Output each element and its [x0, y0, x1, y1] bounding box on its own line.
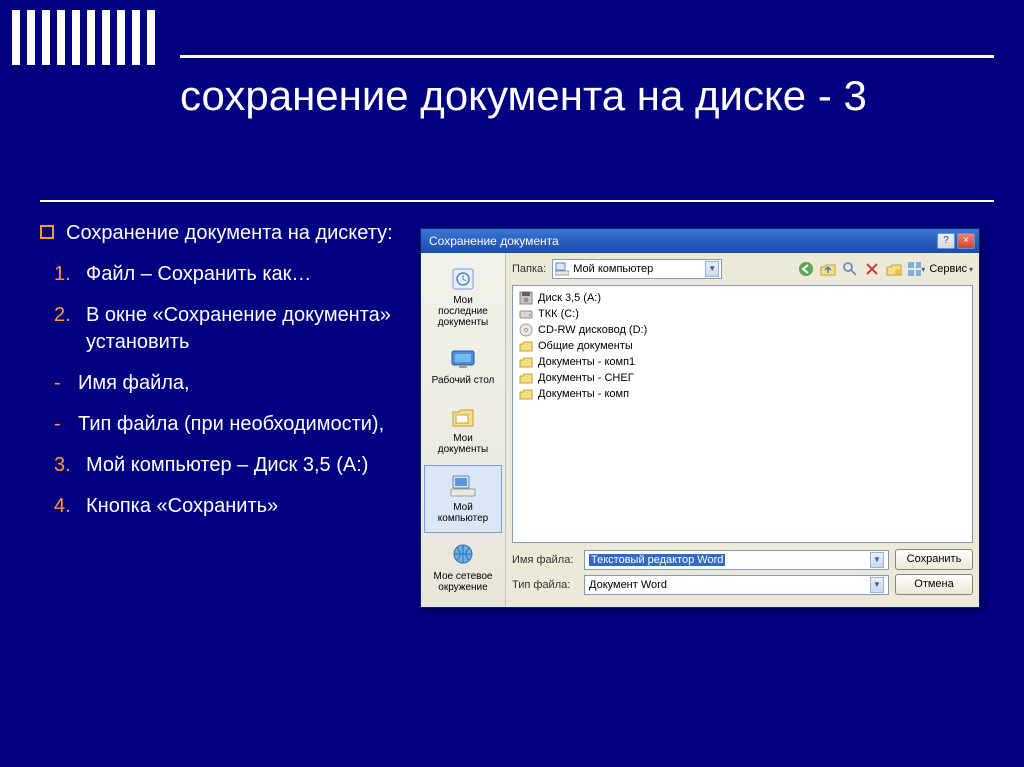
folder-dropdown[interactable]: Мой компьютер ▼	[552, 259, 722, 279]
list-number: 3.	[54, 452, 80, 479]
place-mycomputer[interactable]: Мой компьютер	[424, 465, 502, 533]
cd-icon	[519, 323, 533, 337]
list-item[interactable]: Документы - комп	[519, 386, 966, 402]
save-button[interactable]: Сохранить	[895, 549, 973, 570]
bullet-text: Сохранение документа на дискету:	[66, 220, 393, 247]
bullet-icon	[40, 225, 54, 239]
list-item-text: Кнопка «Сохранить»	[86, 493, 278, 520]
list-item[interactable]: Диск 3,5 (A:)	[519, 290, 966, 306]
slide-title-block: сохранение документа на диске - 3	[180, 55, 994, 123]
place-desktop[interactable]: Рабочий стол	[424, 338, 502, 395]
folder-icon	[519, 387, 533, 401]
place-label: Мое сетевое окружение	[427, 571, 499, 593]
new-folder-button[interactable]	[885, 260, 903, 278]
back-button[interactable]	[797, 260, 815, 278]
folder-value: Мой компьютер	[573, 263, 653, 275]
dash-icon: -	[54, 370, 72, 397]
place-recent[interactable]: Мои последние документы	[424, 258, 502, 337]
divider	[40, 200, 994, 202]
dropdown-arrow-icon: ▼	[870, 577, 884, 593]
filetype-value: Документ Word	[589, 579, 667, 591]
list-item-text: В окне «Сохранение документа» установить	[86, 302, 410, 356]
cancel-button[interactable]: Отмена	[895, 574, 973, 595]
place-network[interactable]: Мое сетевое окружение	[424, 534, 502, 602]
filename-value: Текстовый редактор Word	[589, 554, 725, 566]
dialog-title: Сохранение документа	[429, 234, 935, 248]
list-item-text: Тип файла (при необходимости),	[78, 411, 384, 438]
folder-label: Папка:	[512, 263, 546, 275]
list-item-text: Мой компьютер – Диск 3,5 (А:)	[86, 452, 368, 479]
computer-icon	[447, 472, 479, 500]
dash-icon: -	[54, 411, 72, 438]
dropdown-arrow-icon: ▼	[705, 261, 719, 277]
recent-docs-icon	[447, 265, 479, 293]
list-item-text: Имя файла,	[78, 370, 190, 397]
list-number: 2.	[54, 302, 80, 356]
places-bar: Мои последние документы Рабочий стол Мои…	[421, 253, 506, 607]
slide-text: Сохранение документа на дискету: 1.Файл …	[40, 200, 410, 747]
views-button[interactable]: ▾	[907, 260, 925, 278]
place-label: Мой компьютер	[427, 502, 499, 524]
delete-button[interactable]	[863, 260, 881, 278]
place-label: Рабочий стол	[427, 375, 499, 386]
list-number: 4.	[54, 493, 80, 520]
file-list[interactable]: Диск 3,5 (A:) ТКК (C:) CD-RW дисковод (D…	[512, 285, 973, 543]
list-item[interactable]: CD-RW дисковод (D:)	[519, 322, 966, 338]
close-button[interactable]: ×	[957, 233, 975, 249]
list-number: 1.	[54, 261, 80, 288]
search-button[interactable]	[841, 260, 859, 278]
up-button[interactable]	[819, 260, 837, 278]
filename-label: Имя файла:	[512, 554, 578, 566]
slide-title: сохранение документа на диске - 3	[180, 70, 994, 123]
place-mydocs[interactable]: Мои документы	[424, 396, 502, 464]
mydocs-icon	[447, 403, 479, 431]
network-icon	[447, 541, 479, 569]
list-item[interactable]: ТКК (C:)	[519, 306, 966, 322]
floppy-icon	[519, 291, 533, 305]
filetype-label: Тип файла:	[512, 579, 578, 591]
hdd-icon	[519, 307, 533, 321]
dialog-toolbar: Папка: Мой компьютер ▼ ▾	[506, 253, 979, 283]
place-label: Мои документы	[427, 433, 499, 455]
list-item[interactable]: Общие документы	[519, 338, 966, 354]
list-item[interactable]: Документы - СНЕГ	[519, 370, 966, 386]
dropdown-arrow-icon: ▼	[870, 552, 884, 568]
save-dialog: Сохранение документа ? × Мои последние д…	[420, 228, 980, 608]
filename-input[interactable]: Текстовый редактор Word ▼	[584, 550, 889, 570]
folder-icon	[519, 371, 533, 385]
filetype-dropdown[interactable]: Документ Word ▼	[584, 575, 889, 595]
place-label: Мои последние документы	[427, 295, 499, 328]
folder-icon	[519, 355, 533, 369]
folder-icon	[519, 339, 533, 353]
desktop-icon	[447, 345, 479, 373]
dialog-titlebar[interactable]: Сохранение документа ? ×	[421, 229, 979, 253]
help-button[interactable]: ?	[937, 233, 955, 249]
computer-icon	[555, 262, 569, 276]
list-item-text: Файл – Сохранить как…	[86, 261, 311, 288]
decorative-stripes	[12, 10, 155, 65]
list-item[interactable]: Документы - комп1	[519, 354, 966, 370]
tools-menu[interactable]: Сервис▾	[929, 263, 973, 275]
